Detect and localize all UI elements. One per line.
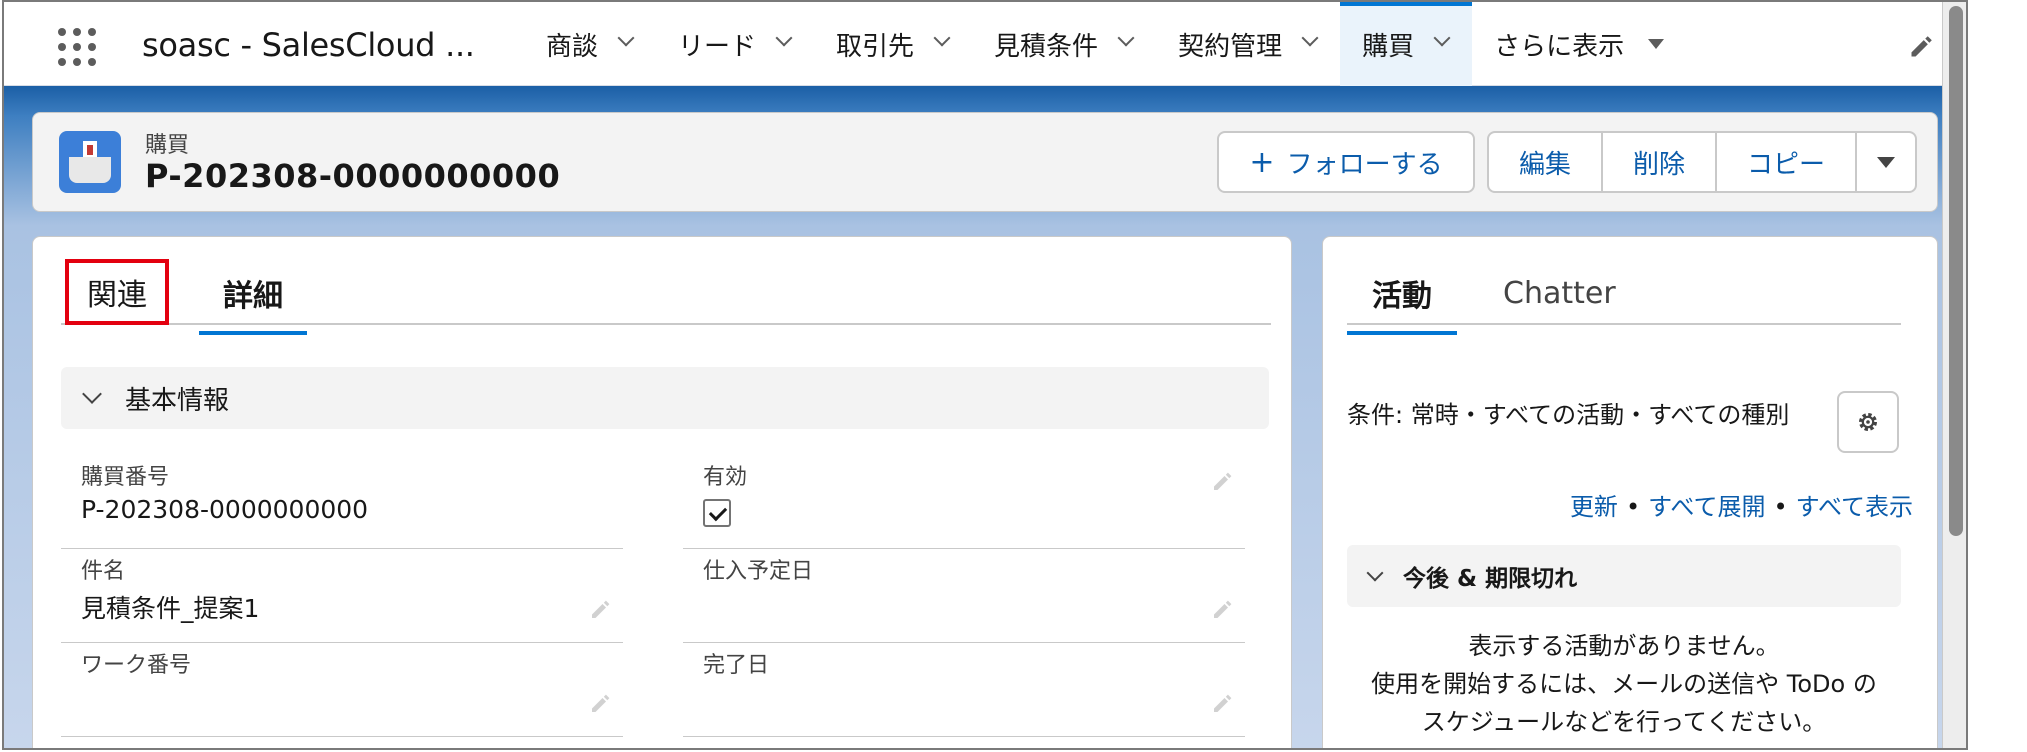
field-subject: 件名 見積条件_提案1 bbox=[61, 549, 623, 643]
activity-tabs: 活動 Chatter bbox=[1347, 253, 1901, 335]
pencil-icon[interactable] bbox=[589, 597, 613, 621]
object-type-label: 購買 bbox=[145, 133, 190, 158]
field-label: ワーク番号 bbox=[81, 653, 192, 678]
nav-item-lead[interactable]: リード bbox=[656, 2, 814, 86]
field-label: 件名 bbox=[81, 559, 126, 584]
tab-details[interactable]: 詳細 bbox=[199, 263, 307, 335]
active-checkbox bbox=[703, 499, 731, 527]
tab-chatter[interactable]: Chatter bbox=[1503, 263, 1616, 323]
field-label: 完了日 bbox=[703, 653, 770, 678]
pencil-icon[interactable] bbox=[1211, 469, 1235, 493]
more-actions-button[interactable] bbox=[1857, 133, 1915, 191]
empty-message-line: 表示する活動がありません。 bbox=[1468, 632, 1780, 660]
caret-down-icon bbox=[1877, 156, 1895, 168]
pencil-icon[interactable] bbox=[589, 691, 613, 715]
field-label: 仕入予定日 bbox=[703, 559, 814, 584]
plus-icon: + bbox=[1249, 144, 1275, 180]
empty-message-line: 使用を開始するには、メールの送信や ToDo の bbox=[1371, 670, 1877, 698]
nav-item-account[interactable]: 取引先 bbox=[814, 2, 972, 86]
nav-item-opportunity[interactable]: 商談 bbox=[524, 2, 656, 86]
pencil-icon[interactable] bbox=[1211, 691, 1235, 715]
activity-filter-text: 条件: 常時・すべての活動・すべての種別 bbox=[1347, 401, 1790, 429]
chevron-down-icon[interactable] bbox=[776, 32, 792, 48]
link-separator: • bbox=[1625, 493, 1641, 521]
chevron-down-icon bbox=[82, 384, 102, 404]
section-title: 基本情報 bbox=[125, 385, 230, 416]
record-tabs: 関連 詳細 bbox=[61, 253, 1271, 335]
record-actions: 編集 削除 コピー bbox=[1487, 131, 1917, 193]
app-launcher-icon[interactable] bbox=[54, 24, 98, 68]
top-navigation: soasc - SalesCloud ... 商談 リード 取引先 見積条件 契… bbox=[4, 2, 1966, 86]
purchase-basket-icon bbox=[59, 131, 121, 193]
empty-activity-message: 表示する活動がありません。 使用を開始するには、メールの送信や ToDo の ス… bbox=[1347, 627, 1901, 741]
field-label: 有効 bbox=[703, 465, 748, 490]
chevron-down-icon[interactable] bbox=[1434, 32, 1450, 48]
upcoming-overdue-title: 今後 & 期限切れ bbox=[1403, 566, 1578, 592]
chevron-down-icon[interactable] bbox=[618, 32, 634, 48]
nav-item-label: 契約管理 bbox=[1178, 31, 1283, 62]
scrollbar-thumb[interactable] bbox=[1949, 6, 1963, 536]
chevron-down-icon[interactable] bbox=[1118, 32, 1134, 48]
app-window: soasc - SalesCloud ... 商談 リード 取引先 見積条件 契… bbox=[2, 0, 1968, 750]
field-label: 購買番号 bbox=[81, 465, 170, 490]
follow-button-label: フォローする bbox=[1286, 149, 1443, 180]
pencil-icon[interactable] bbox=[1211, 597, 1235, 621]
field-value: 見積条件_提案1 bbox=[81, 594, 260, 623]
activity-links: 更新 • すべて展開 • すべて表示 bbox=[1570, 487, 1913, 522]
nav-item-label: 購買 bbox=[1362, 31, 1415, 62]
nav-items: 商談 リード 取引先 見積条件 契約管理 購買 さらに表示 bbox=[524, 2, 1686, 86]
gear-icon bbox=[1859, 413, 1877, 431]
nav-item-more[interactable]: さらに表示 bbox=[1472, 2, 1686, 86]
empty-message-line: スケジュールなどを行ってください。 bbox=[1421, 708, 1827, 736]
field-active: 有効 bbox=[683, 455, 1245, 549]
link-separator: • bbox=[1773, 493, 1788, 521]
show-all-link[interactable]: すべて表示 bbox=[1796, 493, 1913, 521]
nav-item-label: さらに表示 bbox=[1494, 31, 1625, 62]
nav-item-purchase[interactable]: 購買 bbox=[1340, 2, 1473, 86]
expand-all-link[interactable]: すべて展開 bbox=[1648, 493, 1765, 521]
chevron-down-icon bbox=[1366, 564, 1384, 582]
tab-activity[interactable]: 活動 bbox=[1347, 263, 1457, 335]
refresh-link[interactable]: 更新 bbox=[1570, 493, 1618, 521]
field-completion-date: 完了日 bbox=[683, 643, 1245, 737]
tab-related[interactable]: 関連 bbox=[65, 259, 169, 325]
upcoming-overdue-header[interactable]: 今後 & 期限切れ bbox=[1347, 545, 1901, 607]
section-header-basic-info[interactable]: 基本情報 bbox=[61, 367, 1269, 429]
edit-button[interactable]: 編集 bbox=[1489, 133, 1603, 191]
app-name: soasc - SalesCloud ... bbox=[142, 26, 475, 64]
caret-down-icon bbox=[1648, 39, 1665, 49]
field-purchase-number: 購買番号 P-202308-0000000000 bbox=[61, 455, 623, 549]
edit-nav-icon[interactable] bbox=[1908, 32, 1936, 60]
field-scheduled-purchase-date: 仕入予定日 bbox=[683, 549, 1245, 643]
chevron-down-icon[interactable] bbox=[1302, 32, 1318, 48]
nav-item-quote-terms[interactable]: 見積条件 bbox=[972, 2, 1156, 86]
record-detail-card: 関連 詳細 基本情報 購買番号 P-202308-0000000000 有効 件… bbox=[32, 236, 1292, 748]
delete-button[interactable]: 削除 bbox=[1603, 133, 1717, 191]
follow-button[interactable]: + フォローする bbox=[1217, 131, 1475, 193]
nav-item-contract[interactable]: 契約管理 bbox=[1156, 2, 1340, 86]
activity-panel: 活動 Chatter 条件: 常時・すべての活動・すべての種別 更新 • すべて展開… bbox=[1322, 236, 1938, 748]
nav-item-label: 見積条件 bbox=[994, 31, 1099, 62]
record-title: P-202308-0000000000 bbox=[145, 157, 561, 195]
nav-item-label: 商談 bbox=[546, 31, 599, 62]
nav-item-label: 取引先 bbox=[836, 31, 915, 62]
copy-button[interactable]: コピー bbox=[1717, 133, 1857, 191]
nav-item-label: リード bbox=[678, 31, 757, 62]
activity-settings-button[interactable] bbox=[1837, 391, 1899, 453]
record-header: 購買 P-202308-0000000000 + フォローする 編集 削除 コピ… bbox=[32, 112, 1938, 212]
page-scrollbar[interactable] bbox=[1942, 2, 1966, 748]
chevron-down-icon[interactable] bbox=[934, 32, 950, 48]
field-work-number: ワーク番号 bbox=[61, 643, 623, 737]
field-value: P-202308-0000000000 bbox=[81, 495, 369, 524]
